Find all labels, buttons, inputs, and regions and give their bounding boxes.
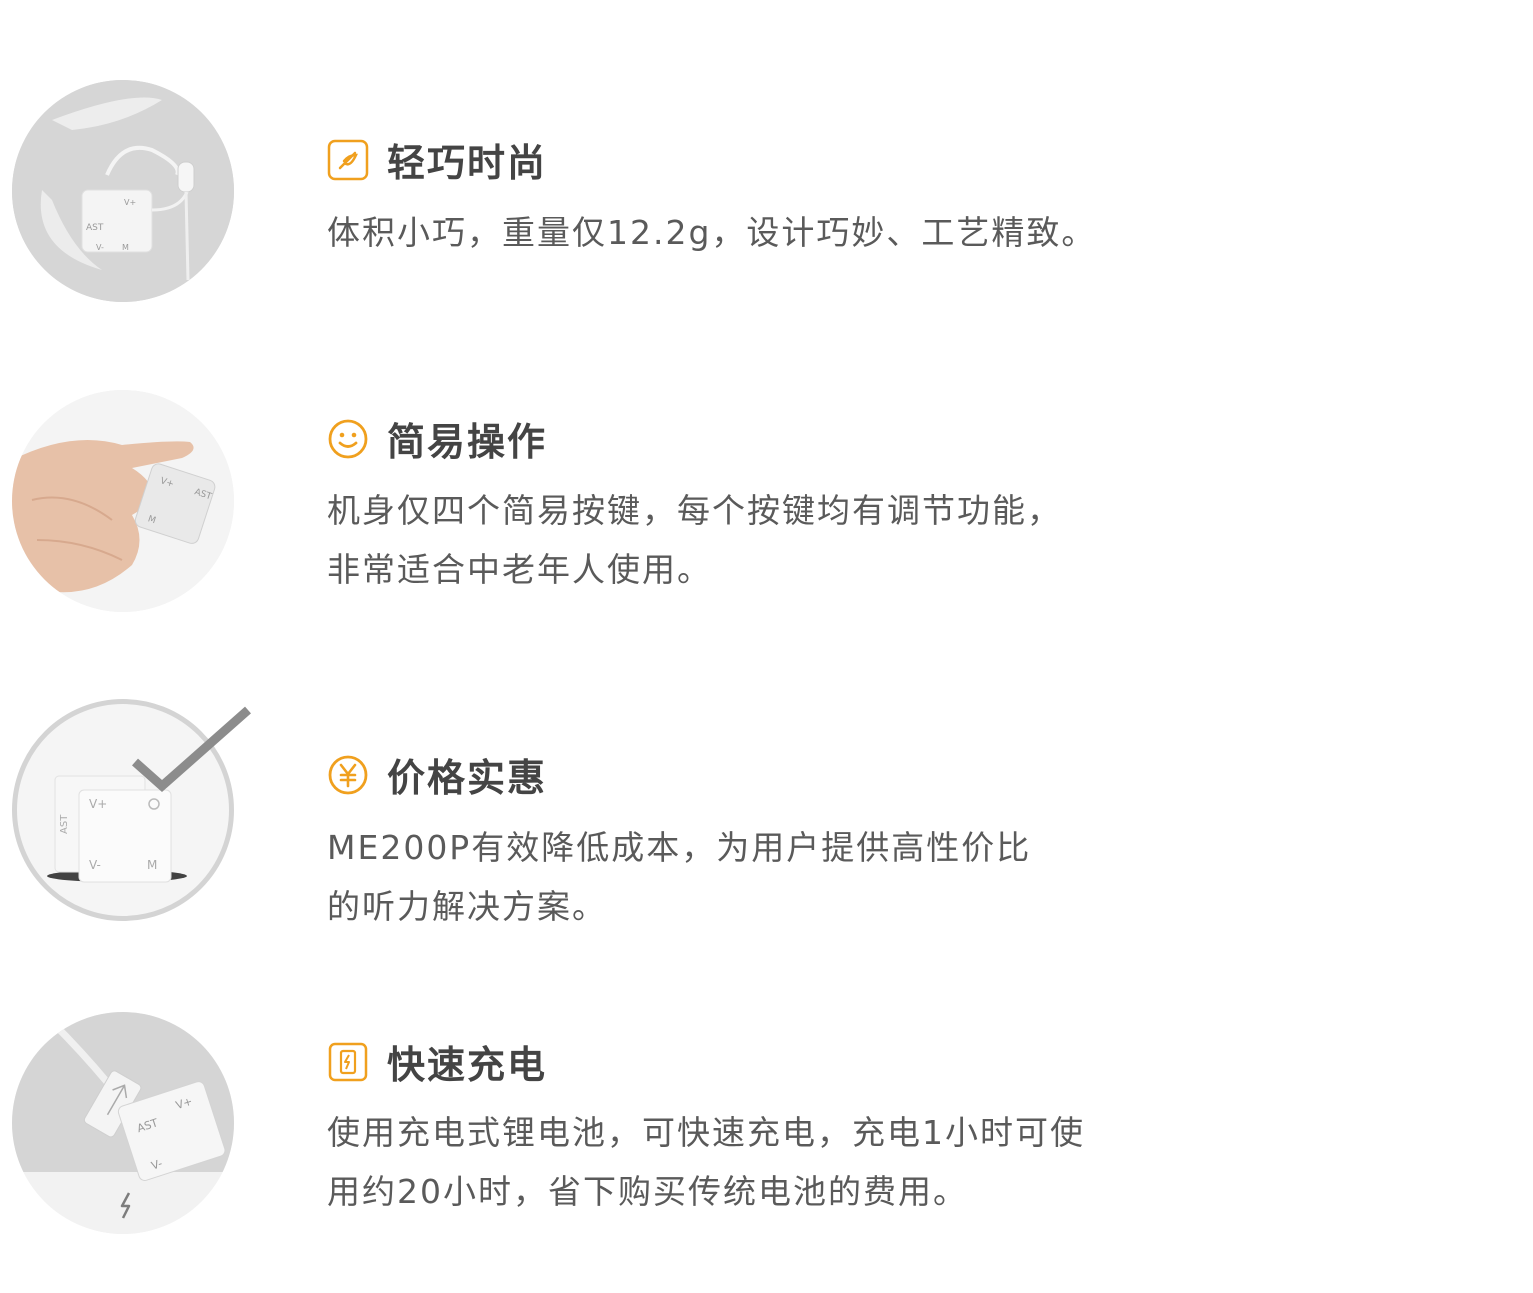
- feature-description: ME200P有效降低成本，为用户提供高性价比 的听力解决方案。: [327, 818, 1187, 936]
- device-button-vminus: V-: [96, 243, 104, 252]
- device-button-vplus: V+: [124, 198, 136, 207]
- feature-title: 价格实惠: [387, 756, 548, 800]
- device-button-vminus: V-: [89, 858, 101, 872]
- feature-description: 机身仅四个简易按键，每个按键均有调节功能， 非常适合中老年人使用。: [327, 481, 1187, 599]
- feature-description: 体积小巧，重量仅12.2g，设计巧妙、工艺精致。: [327, 203, 1187, 262]
- charge-icon: [327, 1041, 369, 1083]
- product-image-hand: AST V+ M: [12, 390, 234, 612]
- smile-icon: [327, 418, 369, 460]
- yen-icon: [327, 754, 369, 796]
- device-brand-label: AST: [59, 814, 70, 834]
- product-image-devices: AST V+ V- M: [12, 699, 251, 921]
- devices-with-check-illustration: AST V+ V- M: [47, 706, 251, 883]
- feature-title: 快速充电: [387, 1043, 548, 1087]
- feature-title: 简易操作: [387, 420, 548, 464]
- feature-title: 轻巧时尚: [387, 141, 548, 185]
- feather-icon: [327, 139, 369, 181]
- device-charging-illustration: AST V+ V-: [12, 1012, 234, 1234]
- product-image-earphone: AST V+ V- M: [12, 80, 234, 302]
- feature-description: 使用充电式锂电池，可快速充电，充电1小时可使 用约20小时，省下购买传统电池的费…: [327, 1103, 1187, 1221]
- description-line: 体积小巧，重量仅12.2g，设计巧妙、工艺精致。: [327, 213, 1097, 252]
- description-line: ME200P有效降低成本，为用户提供高性价比: [327, 828, 1032, 867]
- device-with-earphone-illustration: AST V+ V- M: [12, 80, 234, 302]
- description-line: 非常适合中老年人使用。: [327, 550, 712, 589]
- device-button-m: M: [122, 243, 129, 252]
- product-image-charging: AST V+ V-: [12, 1012, 234, 1234]
- description-line: 用约20小时，省下购买传统电池的费用。: [327, 1172, 968, 1211]
- device-button-vplus: V+: [89, 797, 107, 811]
- device-brand-label: AST: [86, 223, 104, 233]
- description-line: 机身仅四个简易按键，每个按键均有调节功能，: [327, 491, 1062, 530]
- description-line: 的听力解决方案。: [327, 887, 607, 926]
- hand-holding-device-illustration: AST V+ M: [12, 390, 234, 612]
- device-button-m: M: [147, 858, 157, 872]
- description-line: 使用充电式锂电池，可快速充电，充电1小时可使: [327, 1113, 1085, 1152]
- checkmark-icon: [132, 706, 251, 793]
